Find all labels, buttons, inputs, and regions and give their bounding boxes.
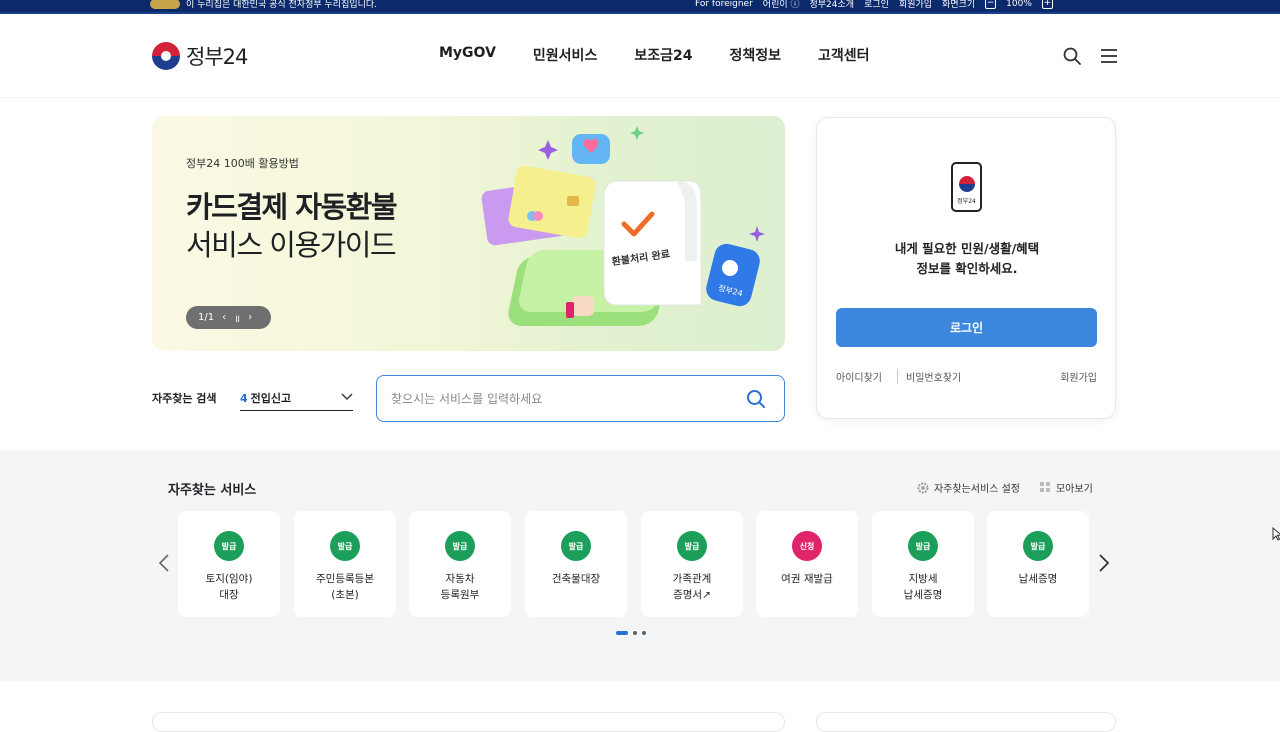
site-header: 정부24 MyGOV 민원서비스 보조금24 정책정보 고객센터 [0,16,1280,98]
banner-eyebrow: 정부24 100배 활용방법 [186,157,299,170]
service-search-input[interactable] [391,389,731,409]
service-label: 주민등록등본 (초본) [316,573,374,601]
services-settings-label: 자주찾는서비스 설정 [934,484,1020,495]
zoom-out-button[interactable]: − [985,0,997,9]
zoom-in-button[interactable]: + [1041,0,1053,9]
grid-icon [1039,482,1050,492]
util-link-about[interactable]: 정부24소개 [810,0,855,10]
logo-text: 정부24 [186,45,248,69]
keyword-text: 전입신고 [250,392,292,405]
carousel-dots [616,631,646,635]
banner-prev-icon[interactable]: ‹ [222,312,226,323]
header-icons [1062,46,1118,66]
search-submit-icon[interactable] [746,389,766,409]
frequent-services-section: 자주찾는 서비스 자주찾는서비스 설정 모아보기 발급 토지(임야)대장 발급 [0,450,1280,681]
next-section-left-box [152,712,785,732]
nav-civil-services[interactable]: 민원서비스 [533,45,597,65]
banner-next-icon[interactable]: › [248,312,252,323]
issue-badge: 발급 [908,531,938,561]
issue-badge: 발급 [214,531,244,561]
service-label: 납세증명 [1018,573,1058,585]
view-all-button[interactable]: 모아보기 [1039,480,1093,495]
service-label: 토지(임야) 대장 [205,573,253,601]
issue-badge: 발급 [1023,531,1053,561]
zoom-value: 100% [1006,0,1032,9]
issue-badge: 발급 [677,531,707,561]
gov-emblem-icon [150,0,180,9]
chevron-down-icon [341,393,353,400]
gov-notice-text: 이 누리집은 대한민국 공식 전자정부 누리집입니다. [186,0,378,10]
services-settings-button[interactable]: 자주찾는서비스 설정 [917,480,1020,495]
promo-banner[interactable]: 정부24 100배 활용방법 카드결제 자동환불 서비스 이용가이드 1/1 ‹… [152,116,785,351]
menu-icon[interactable] [1100,46,1118,66]
next-section-right-box [816,712,1116,732]
site-logo[interactable]: 정부24 [152,41,248,71]
issue-badge: 발급 [561,531,591,561]
issue-badge: 발급 [330,531,360,561]
banner-title: 카드결제 자동환불 [186,190,398,224]
login-message-line1: 내게 필요한 민원/생활/혜택 [894,241,1040,256]
login-card: 정부24 내게 필요한 민원/생활/혜택 정보를 확인하세요. 로그인 아이디찾… [816,117,1116,419]
service-search-box [376,375,785,422]
service-card-passport-reissue[interactable]: 신청 여권 재발급 [756,511,858,617]
util-link-kids[interactable]: 어린이 ⓘ [763,0,800,10]
utility-links: For foreigner 어린이 ⓘ 정부24소개 로그인 회원가입 화면크기… [695,0,1053,10]
banner-pause-icon[interactable]: ॥ [234,311,240,325]
frequent-keyword-select[interactable]: 4 전입신고 [240,386,353,411]
mobile-phone-icon: 정부24 [951,162,982,212]
chevron-left-icon[interactable] [158,553,170,573]
banner-page-count: 1/1 [198,312,215,323]
service-card-building-register[interactable]: 발급 건축물대장 [525,511,627,617]
phone-label: 정부24 [957,198,976,205]
foreigner-link[interactable]: For foreigner [695,0,753,9]
service-label: 지방세 납세증명 [903,573,943,601]
carousel-dot-2[interactable] [633,631,637,635]
main-nav: MyGOV 민원서비스 보조금24 정책정보 고객센터 [439,45,907,65]
service-label: 건축물대장 [551,573,601,585]
chevron-right-icon[interactable] [1098,553,1110,573]
search-icon[interactable] [1062,46,1082,66]
issue-badge: 발급 [445,531,475,561]
frequent-search-label: 자주찾는 검색 [152,392,217,405]
keyword-rank: 4 [240,391,248,405]
service-card-family-certificate[interactable]: 발급 가족관계 증명서↗ [641,511,743,617]
service-card-vehicle-register[interactable]: 발급 자동차 등록원부 [409,511,511,617]
banner-pager: 1/1 ‹ ॥ › [186,306,271,329]
mouse-cursor-icon [1272,527,1280,541]
util-link-signup[interactable]: 회원가입 [899,0,932,10]
view-all-label: 모아보기 [1055,484,1093,495]
nav-policy-info[interactable]: 정책정보 [729,45,781,65]
carousel-dot-1[interactable] [616,631,628,635]
util-link-login[interactable]: 로그인 [864,0,889,10]
apply-badge: 신청 [792,531,822,561]
find-id-link[interactable]: 아이디찾기 [836,369,882,384]
login-message: 내게 필요한 민원/생활/혜택 정보를 확인하세요. [817,239,1117,279]
service-card-local-tax-certificate[interactable]: 발급 지방세 납세증명 [872,511,974,617]
service-label: 여권 재발급 [781,573,833,585]
login-button[interactable]: 로그인 [836,308,1097,347]
login-message-line2: 정보를 확인하세요. [916,261,1018,276]
service-card-resident-register[interactable]: 발급 주민등록등본 (초본) [294,511,396,617]
carousel-dot-3[interactable] [642,631,646,635]
service-label: 가족관계 증명서↗ [672,573,712,601]
service-card-land-register[interactable]: 발급 토지(임야) 대장 [178,511,280,617]
service-card-tax-certificate[interactable]: 발급 납세증명 [987,511,1089,617]
banner-subtitle: 서비스 이용가이드 [186,228,397,262]
nav-subsidy24[interactable]: 보조금24 [634,45,692,65]
find-password-link[interactable]: 비밀번호찾기 [897,369,961,384]
taegeuk-logo-icon [152,42,180,70]
refund-illustration: 환불처리 완료 정부24 [481,126,765,326]
services-tools: 자주찾는서비스 설정 모아보기 [917,480,1093,495]
service-label: 자동차 등록원부 [440,573,480,601]
gear-icon [917,482,929,493]
services-title: 자주찾는 서비스 [168,483,257,498]
gov-notice: 이 누리집은 대한민국 공식 전자정부 누리집입니다. [150,0,377,10]
nav-customer-center[interactable]: 고객센터 [818,45,870,65]
util-link-zoom: 화면크기 [942,0,976,10]
signup-link[interactable]: 회원가입 [1060,369,1097,384]
nav-mygov[interactable]: MyGOV [439,45,496,65]
top-utility-bar: 이 누리집은 대한민국 공식 전자정부 누리집입니다. For foreigne… [0,0,1280,14]
